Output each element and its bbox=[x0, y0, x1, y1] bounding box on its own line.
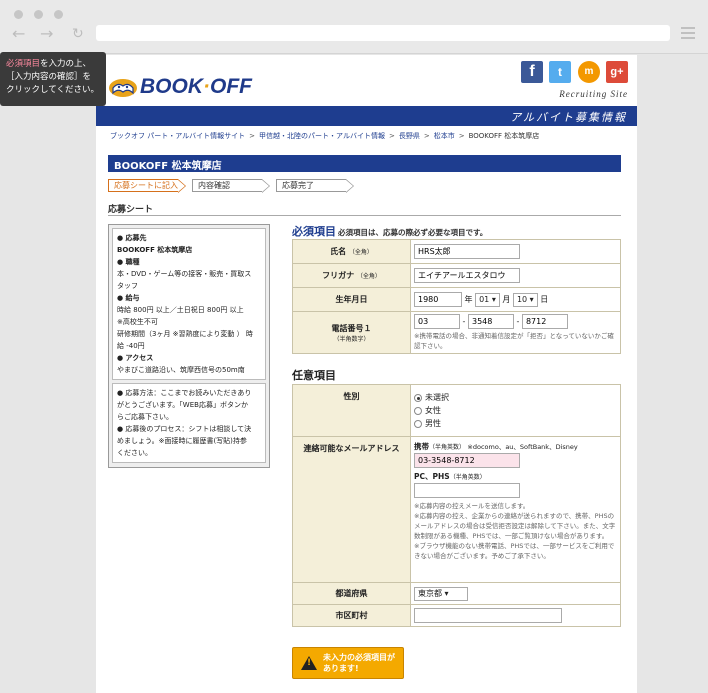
tooltip-required-label: 必須項目 bbox=[6, 59, 41, 69]
phone-dash: - bbox=[516, 317, 520, 326]
window-dot-icon[interactable] bbox=[14, 10, 23, 19]
banner-text: アルバイト募集情報 bbox=[510, 111, 627, 124]
twitter-icon[interactable]: t bbox=[549, 61, 571, 83]
progress-steps: 応募シートに記入 内容確認 応募完了 bbox=[108, 179, 360, 193]
breadcrumb: ブックオフ パート・アルバイト情報サイト > 甲信越・北陸のパート・アルバイト情報 >… bbox=[110, 131, 539, 141]
birth-month-select[interactable]: 01 ▾ bbox=[475, 292, 500, 307]
gender-option-male[interactable]: 男性 bbox=[414, 417, 617, 430]
section-divider bbox=[108, 215, 621, 216]
kana-label: フリガナ （全角） bbox=[292, 263, 411, 288]
city-label: 市区町村 bbox=[292, 604, 411, 627]
back-arrow-icon[interactable]: ← bbox=[12, 26, 25, 42]
window-dot-icon[interactable] bbox=[54, 10, 63, 19]
breadcrumb-link[interactable]: ブックオフ パート・アルバイト情報サイト bbox=[110, 132, 245, 140]
phone-part2-input[interactable] bbox=[467, 314, 514, 329]
step-confirm: 内容確認 bbox=[192, 179, 270, 193]
logo-text: BOOK·OFF bbox=[140, 75, 252, 98]
breadcrumb-separator: > bbox=[423, 132, 430, 140]
url-bar[interactable] bbox=[96, 25, 670, 41]
prefecture-select[interactable]: 東京都 ▾ bbox=[414, 586, 468, 601]
step-complete: 応募完了 bbox=[276, 179, 354, 193]
bookoff-logo[interactable]: BOOK·OFF bbox=[108, 75, 252, 99]
mixi-icon[interactable]: m bbox=[578, 61, 600, 83]
breadcrumb-link[interactable]: 甲信越・北陸のパート・アルバイト情報 bbox=[259, 132, 385, 140]
tooltip-line2: ［入力内容の確認］を bbox=[6, 72, 92, 82]
email-help-2: ※応募内容の控え、企業からの連絡が送られますので、携帯、PHSのメールアドレスの… bbox=[414, 512, 616, 540]
store-title: BOOKOFF 松本筑摩店 bbox=[114, 161, 222, 172]
email-label: 連絡可能なメールアドレス bbox=[292, 436, 411, 583]
gender-option-unselected[interactable]: 未選択 bbox=[414, 391, 617, 404]
name-label: 氏名 （全角） bbox=[292, 239, 411, 264]
kana-input[interactable] bbox=[414, 268, 520, 283]
job-info-box: ● 応募先 BOOKOFF 松本筑摩店 ● 職種 本・DVD・ゲーム等の接客・販… bbox=[108, 224, 270, 468]
book-icon bbox=[108, 76, 138, 98]
phone-part1-input[interactable] bbox=[414, 314, 460, 329]
breadcrumb-separator: > bbox=[458, 132, 465, 140]
breadcrumb-current: BOOKOFF 松本筑摩店 bbox=[468, 132, 540, 140]
menu-icon[interactable] bbox=[681, 27, 695, 39]
prefecture-label: 都道府県 bbox=[292, 582, 411, 605]
optional-section-title: 任意項目 bbox=[292, 369, 336, 382]
browser-chrome: ← → ↻ bbox=[0, 0, 708, 54]
breadcrumb-link[interactable]: 松本市 bbox=[434, 132, 455, 140]
required-form-table: 氏名 （全角） フリガナ （全角） 生年月日 年 01 ▾ 月 10 ▾ 日 電… bbox=[292, 239, 621, 354]
day-unit: 日 bbox=[540, 295, 549, 304]
warning-icon: ! bbox=[301, 656, 317, 670]
warning-line2: あります! bbox=[323, 664, 359, 673]
breadcrumb-link[interactable]: 長野県 bbox=[399, 132, 420, 140]
phone-label: 電話番号１ （半角数字） bbox=[292, 311, 411, 354]
mobile-email-input[interactable] bbox=[414, 453, 520, 468]
section-title: 応募シート bbox=[108, 205, 154, 215]
name-input[interactable] bbox=[414, 244, 520, 259]
tooltip-line1: を入力の上、 bbox=[40, 59, 92, 69]
application-notes: ● 応募方法：ここまでお読みいただきあり がとうございます。「WEB応募」ボタン… bbox=[112, 383, 266, 463]
breadcrumb-separator: > bbox=[249, 132, 256, 140]
birth-year-input[interactable] bbox=[414, 292, 462, 307]
instruction-tooltip: 必須項目を入力の上、 ［入力内容の確認］を クリックしてください。 bbox=[0, 52, 106, 106]
recruiting-site-label: Recruiting Site bbox=[559, 89, 628, 99]
email-help-3: ※ブラウザ機能のない携帯電話、PHSでは、一部サービスをご利用できない場合がござ… bbox=[414, 542, 615, 560]
page: BOOK·OFF f t m g+ Recruiting Site アルバイト募… bbox=[96, 55, 637, 693]
month-unit: 月 bbox=[502, 295, 511, 304]
reload-icon[interactable]: ↻ bbox=[72, 26, 84, 42]
phone-part3-input[interactable] bbox=[521, 314, 568, 329]
breadcrumb-separator: > bbox=[388, 132, 395, 140]
warning-line1: 未入力の必須項目が bbox=[323, 653, 395, 662]
phone-help-text: ※携帯電話の場合、非通知着信設定が「拒否」となっていないかご確認下さい。 bbox=[414, 332, 614, 350]
step-fill-form: 応募シートに記入 bbox=[108, 179, 186, 193]
gender-option-female[interactable]: 女性 bbox=[414, 404, 617, 417]
missing-fields-warning[interactable]: ! 未入力の必須項目が あります! bbox=[292, 647, 404, 679]
job-details: ● 応募先 BOOKOFF 松本筑摩店 ● 職種 本・DVD・ゲーム等の接客・販… bbox=[112, 228, 266, 380]
pc-email-input[interactable] bbox=[414, 483, 520, 498]
city-input[interactable] bbox=[414, 608, 562, 623]
email-help-1: ※応募内容の控えメールを送信します。 bbox=[414, 502, 530, 510]
birth-day-select[interactable]: 10 ▾ bbox=[512, 292, 538, 307]
store-title-bar: BOOKOFF 松本筑摩店 bbox=[108, 155, 621, 172]
phone-dash: - bbox=[462, 317, 466, 326]
birthdate-label: 生年月日 bbox=[292, 287, 411, 312]
tooltip-line3: クリックしてください。 bbox=[6, 85, 99, 95]
window-dot-icon[interactable] bbox=[34, 10, 43, 19]
gender-label: 性別 bbox=[292, 384, 411, 437]
google-plus-icon[interactable]: g+ bbox=[606, 61, 628, 83]
header-banner: アルバイト募集情報 bbox=[96, 106, 637, 126]
optional-form-table: 性別 未選択 女性 男性 連絡可能なメールアドレス 携帯（半角英数） ※doco… bbox=[292, 384, 621, 627]
facebook-icon[interactable]: f bbox=[521, 61, 543, 83]
forward-arrow-icon[interactable]: → bbox=[40, 26, 53, 42]
year-unit: 年 bbox=[464, 295, 473, 304]
required-section-title: 必須項目 必須項目は、応募の際必ず必要な項目です。 bbox=[292, 225, 488, 238]
